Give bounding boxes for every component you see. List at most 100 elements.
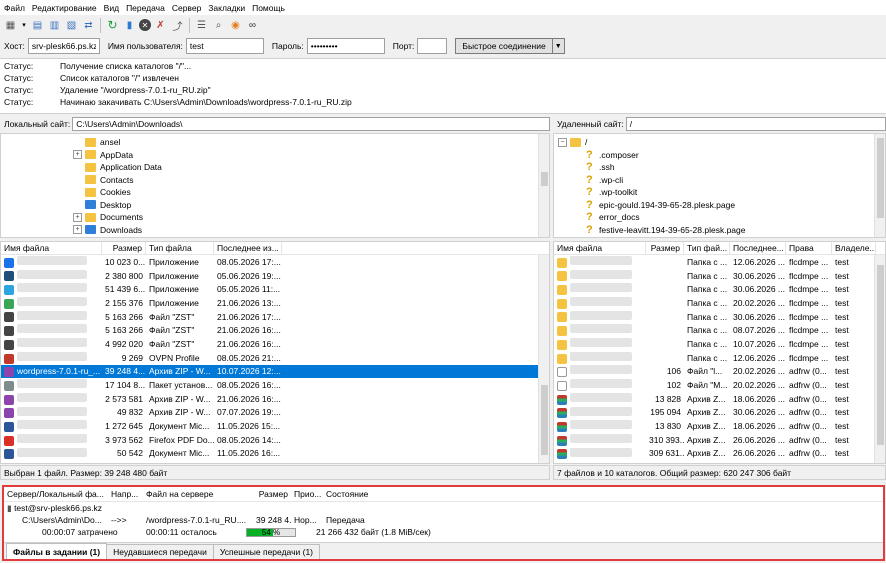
remote-site-path[interactable]: /	[625, 117, 886, 131]
local-site-path[interactable]: C:\Users\Admin\Downloads\	[72, 117, 550, 131]
local-tree-item[interactable]: +Contacts	[73, 174, 549, 187]
remote-tree-item[interactable]: ? festive-leavitt.194-39-65-28.plesk.page	[586, 224, 885, 237]
toggle-tree-icon[interactable]: ▥	[47, 18, 62, 33]
remote-file-row[interactable]: 309 631... Архив Z... 26.06.2026 ... adfrw …	[554, 447, 885, 461]
transfer-queue[interactable]: Сервер/Локальный фа... Напр... Файл на с…	[2, 485, 885, 561]
remote-file-row[interactable]: 310 393... Архив Z... 26.06.2026 ... adfrw …	[554, 433, 885, 447]
tab-failed-transfers[interactable]: Неудавшиеся передачи	[106, 544, 214, 559]
col-priority[interactable]: Прио...	[291, 489, 323, 499]
local-tree-item[interactable]: +Desktop	[73, 199, 549, 212]
remote-file-row[interactable]: Папка с ... 10.07.2026 ... flcdmpe ... test	[554, 337, 885, 351]
local-file-row[interactable]: wordpress-7.0.1-ru_... 39 248 4... Архив Z…	[1, 364, 549, 379]
expand-icon[interactable]: +	[73, 212, 82, 222]
queue-item-row[interactable]: C:\Users\Admin\Do... -->> /wordpress-7.0…	[4, 514, 883, 526]
local-file-row[interactable]: 50 542 Документ Mic... 11.05.2026 16:...	[1, 447, 549, 461]
local-tree-item[interactable]: + Downloads	[73, 224, 549, 237]
local-file-row[interactable]: 2 573 581 Архив ZIP - W... 21.06.2026 16:.…	[1, 392, 549, 406]
remote-file-row[interactable]: Папка с ... 12.06.2026 ... flcdmpe ... test	[554, 255, 885, 269]
local-list-scrollbar[interactable]	[538, 255, 549, 463]
username-input[interactable]	[185, 38, 264, 54]
local-file-row[interactable]: 5 163 266 Файл "ZST" 21.06.2026 17:...	[1, 310, 549, 324]
col-filename[interactable]: Имя файла	[1, 242, 102, 254]
col-modified[interactable]: Последнее из...	[214, 242, 282, 254]
local-file-row[interactable]: 4 992 020 Файл "ZST" 21.06.2026 16:...	[1, 337, 549, 351]
toggle-remote-tree-icon[interactable]: ▧	[64, 18, 79, 33]
local-tree[interactable]: +ansel+AppData+Application Data+Contacts…	[0, 133, 550, 238]
local-file-row[interactable]: 1 272 645 Документ Mic... 11.05.2026 15:..…	[1, 419, 549, 433]
cancel-icon[interactable]: ✕	[139, 19, 151, 31]
col-owner[interactable]: Владеле...	[832, 242, 876, 254]
toggle-log-icon[interactable]: ▤	[30, 18, 45, 33]
remote-list-scrollbar[interactable]	[874, 255, 885, 463]
reconnect-icon[interactable]: ⤴	[170, 18, 185, 33]
quickconnect-button[interactable]: Быстрое соединение	[455, 38, 553, 54]
search-icon[interactable]: ⌕	[211, 18, 226, 33]
menu-view[interactable]: Вид	[104, 3, 119, 13]
message-log[interactable]: Статус: Получение списка каталогов "/"...…	[0, 58, 886, 114]
local-tree-item[interactable]: + Documents	[73, 211, 549, 224]
col-size[interactable]: Размер	[102, 242, 146, 254]
remote-file-row[interactable]: 13 828 Архив Z... 18.06.2026 ... adfrw (0..…	[554, 392, 885, 406]
local-file-row[interactable]: 10 023 0... Приложение 08.05.2026 17:...	[1, 255, 549, 269]
filter-icon[interactable]: ☰	[194, 18, 209, 33]
local-tree-scrollbar[interactable]	[538, 134, 549, 237]
dropdown-arrow-icon[interactable]: ▾	[20, 18, 28, 33]
col-filetype[interactable]: Тип фай...	[684, 242, 730, 254]
col-filename[interactable]: Имя файла	[554, 242, 646, 254]
local-tree-item[interactable]: +ansel	[73, 136, 549, 149]
compare-icon[interactable]: ∞	[245, 18, 260, 33]
site-manager-icon[interactable]: ▦	[3, 18, 18, 33]
local-file-row[interactable]: 17 104 8... Пакет установ... 08.05.2026 16…	[1, 378, 549, 392]
tab-queued-files[interactable]: Файлы в задании (1)	[6, 543, 108, 559]
col-permissions[interactable]: Права	[786, 242, 832, 254]
remote-file-row[interactable]: Папка с ... 12.06.2026 ... flcdmpe ... test	[554, 351, 885, 365]
expand-icon[interactable]: +	[73, 150, 82, 160]
col-state[interactable]: Состояние	[323, 489, 403, 499]
remote-file-list[interactable]: Имя файла Размер Тип фай... Последнее...…	[553, 241, 886, 464]
local-file-row[interactable]: 3 973 562 Firefox PDF Do... 08.05.2026 14:…	[1, 433, 549, 447]
menu-bookmarks[interactable]: Закладки	[208, 3, 245, 13]
remote-tree[interactable]: − / ? .composer? .ssh? .wp-cli? .wp-toolkit?…	[553, 133, 886, 238]
col-size[interactable]: Размер	[253, 489, 291, 499]
remote-file-row[interactable]: 106 Файл "l... 20.02.2026 ... adfrw (0... te…	[554, 365, 885, 379]
remote-tree-item[interactable]: ? .ssh	[586, 161, 885, 174]
menu-transfer[interactable]: Передача	[126, 3, 165, 13]
col-size[interactable]: Размер	[646, 242, 684, 254]
remote-tree-scrollbar[interactable]	[874, 134, 885, 237]
local-tree-item[interactable]: +Cookies	[73, 186, 549, 199]
remote-file-row[interactable]: Папка с ... 30.06.2026 ... flcdmpe ... test	[554, 269, 885, 283]
local-file-row[interactable]: 2 380 800 Приложение 05.06.2026 19:...	[1, 269, 549, 283]
sync-browse-icon[interactable]: ◉	[228, 18, 243, 33]
remote-tree-item[interactable]: ? .wp-toolkit	[586, 186, 885, 199]
local-file-row[interactable]: 51 439 6... Приложение 05.05.2026 11:...	[1, 282, 549, 296]
expand-icon[interactable]: +	[73, 225, 82, 235]
col-modified[interactable]: Последнее...	[730, 242, 786, 254]
host-input[interactable]	[27, 38, 100, 54]
remote-file-row[interactable]: 102 Файл "M... 20.02.2026 ... adfrw (0... te…	[554, 378, 885, 392]
menu-server[interactable]: Сервер	[172, 3, 201, 13]
col-filetype[interactable]: Тип файла	[146, 242, 214, 254]
remote-file-row[interactable]: Папка с ... 20.02.2026 ... flcdmpe ... test	[554, 296, 885, 310]
remote-tree-item[interactable]: ? .wp-cli	[586, 174, 885, 187]
disconnect-icon[interactable]: ✗	[153, 18, 168, 33]
refresh-icon[interactable]: ↻	[105, 18, 120, 33]
queue-server-row[interactable]: ▮ test@srv-plesk66.ps.kz	[4, 502, 883, 514]
local-file-row[interactable]: 2 155 376 Приложение 21.06.2026 13:...	[1, 296, 549, 310]
process-queue-icon[interactable]: ▮	[122, 18, 137, 33]
local-file-row[interactable]: 5 163 266 Файл "ZST" 21.06.2026 16:...	[1, 323, 549, 337]
collapse-icon[interactable]: −	[558, 137, 567, 147]
local-file-row[interactable]: 9 269 OVPN Profile 08.05.2026 21:...	[1, 351, 549, 365]
menu-file[interactable]: Файл	[4, 3, 25, 13]
quickconnect-dropdown-icon[interactable]: ▼	[552, 38, 565, 54]
remote-file-row[interactable]: Папка с ... 30.06.2026 ... flcdmpe ... test	[554, 310, 885, 324]
port-input[interactable]	[417, 38, 448, 54]
remote-tree-item[interactable]: ? .composer	[586, 149, 885, 162]
remote-tree-root[interactable]: − /	[558, 136, 885, 149]
tab-successful-transfers[interactable]: Успешные передачи (1)	[212, 544, 321, 559]
col-direction[interactable]: Напр...	[108, 489, 143, 499]
toggle-queue-icon[interactable]: ⇄	[81, 18, 96, 33]
menu-edit[interactable]: Редактирование	[32, 3, 97, 13]
remote-file-row[interactable]: 13 830 Архив Z... 18.06.2026 ... adfrw (0..…	[554, 419, 885, 433]
remote-tree-item[interactable]: ? error_docs	[586, 211, 885, 224]
remote-file-row[interactable]: 195 094 Архив Z... 30.06.2026 ... adfrw (0.…	[554, 406, 885, 420]
